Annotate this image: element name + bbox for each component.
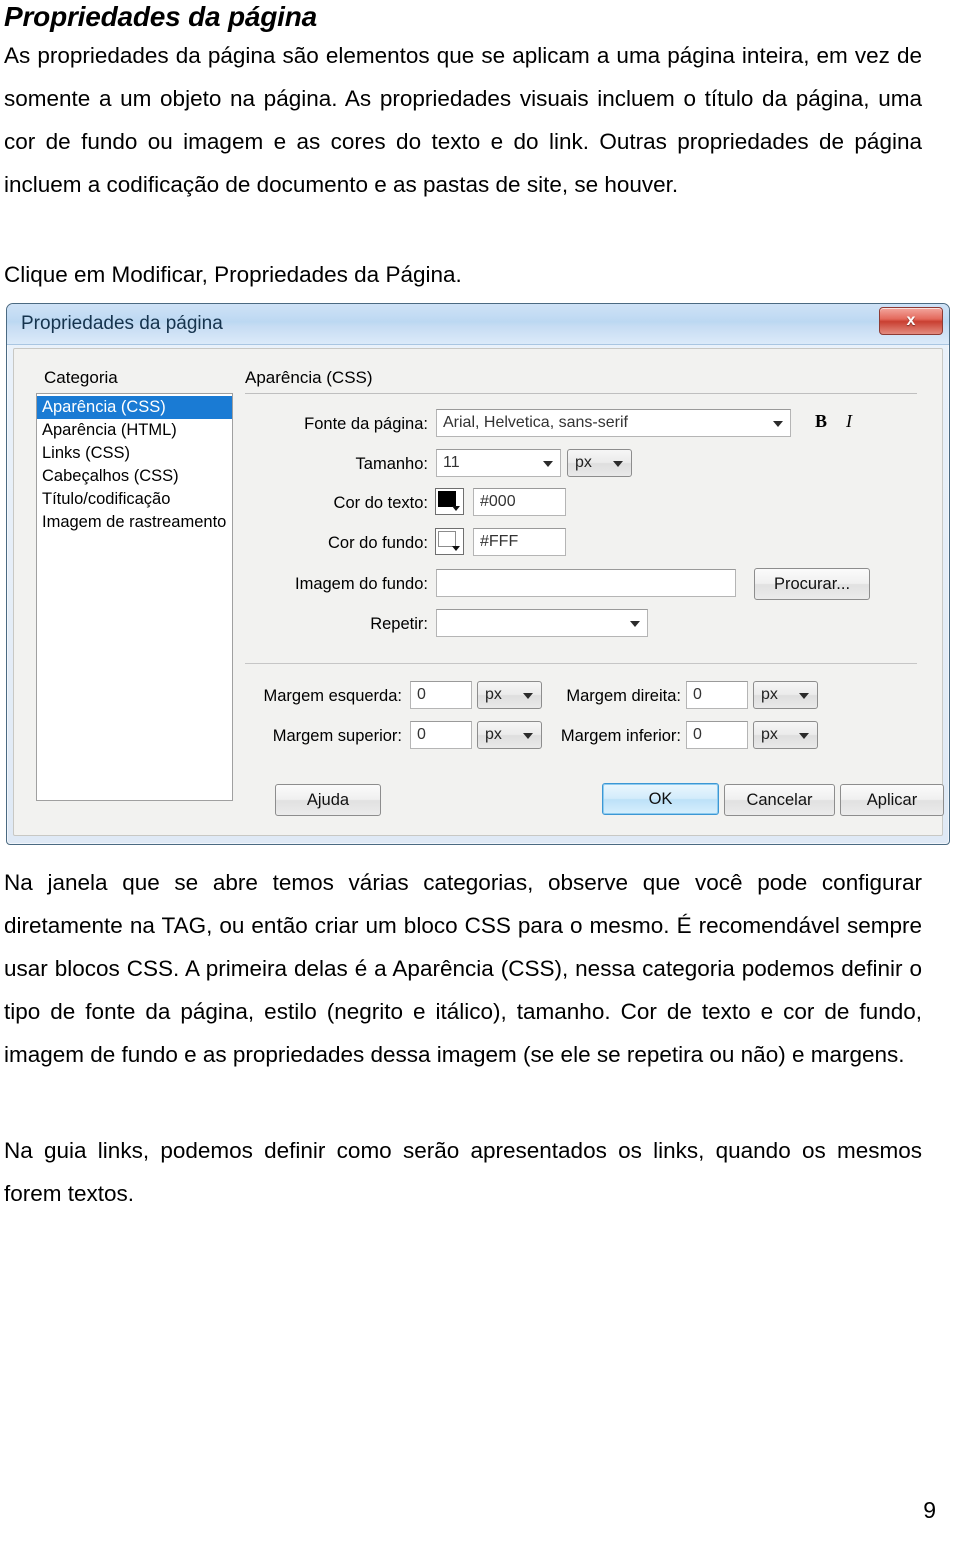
close-icon: x <box>906 312 916 329</box>
margin-left-unit-value: px <box>485 686 502 703</box>
browse-button[interactable]: Procurar... <box>754 568 870 600</box>
cancel-button[interactable]: Cancelar <box>724 784 835 816</box>
chevron-down-icon <box>523 693 533 699</box>
margin-right-unit-value: px <box>761 686 778 703</box>
margin-bottom-unit-combobox[interactable]: px <box>753 721 818 749</box>
pane-title: Aparência (CSS) <box>245 368 373 387</box>
bg-color-swatch-button[interactable] <box>435 528 464 555</box>
chevron-down-icon <box>799 693 809 699</box>
text-color-label: Cor do texto: <box>333 494 428 512</box>
chevron-down-icon <box>452 546 460 551</box>
paragraph-links-tab-text: Na guia links, podemos definir como serã… <box>4 1138 922 1206</box>
margins-divider <box>245 663 917 664</box>
paragraph-dialog-explanation-text: Na janela que se abre temos várias categ… <box>4 870 922 1067</box>
font-combobox[interactable]: Arial, Helvetica, sans-serif <box>436 409 791 437</box>
repeat-combobox[interactable] <box>436 609 648 637</box>
dialog-title: Propriedades da página <box>21 313 223 334</box>
category-item-aparencia-html[interactable]: Aparência (HTML) <box>37 419 232 442</box>
chevron-down-icon <box>523 733 533 739</box>
size-unit-combobox[interactable]: px <box>567 449 632 477</box>
page-properties-dialog: Propriedades da página x Categoria Aparê… <box>6 303 950 845</box>
margin-bottom-unit-value: px <box>761 726 778 743</box>
text-color-swatch-button[interactable] <box>435 488 464 515</box>
category-item-imagem-rastreamento[interactable]: Imagem de rastreamento <box>37 511 232 534</box>
dialog-body: Categoria Aparência (CSS) Aparência (CSS… <box>13 348 944 836</box>
chevron-down-icon <box>799 733 809 739</box>
italic-button[interactable]: I <box>846 411 852 432</box>
bg-color-label: Cor do fundo: <box>328 534 428 552</box>
category-item-cabecalhos-css[interactable]: Cabeçalhos (CSS) <box>37 465 232 488</box>
bg-image-label: Imagem do fundo: <box>295 575 428 593</box>
margin-left-label: Margem esquerda: <box>263 687 403 705</box>
margin-left-input[interactable] <box>410 681 472 709</box>
margin-right-input[interactable] <box>686 681 748 709</box>
bg-color-chip <box>438 531 456 547</box>
apply-button[interactable]: Aplicar <box>840 784 944 816</box>
chevron-down-icon <box>630 621 640 627</box>
margin-top-unit-value: px <box>485 726 502 743</box>
chevron-down-icon <box>543 461 553 467</box>
close-button[interactable]: x <box>879 307 943 335</box>
chevron-down-icon <box>452 506 460 511</box>
paragraph-dialog-explanation: Na janela que se abre temos várias categ… <box>4 861 922 1076</box>
help-button[interactable]: Ajuda <box>275 784 381 816</box>
margin-top-label: Margem superior: <box>272 727 402 745</box>
category-item-titulo-codificacao[interactable]: Título/codificação <box>37 488 232 511</box>
bg-color-input[interactable] <box>473 528 566 556</box>
text-color-chip <box>438 491 456 507</box>
paragraph-intro: As propriedades da página são elementos … <box>4 34 922 206</box>
page-number: 9 <box>923 1497 936 1523</box>
margin-top-input[interactable] <box>410 721 472 749</box>
size-value: 11 <box>443 454 460 471</box>
category-list-label: Categoria <box>44 368 118 387</box>
paragraph-links-tab: Na guia links, podemos definir como serã… <box>4 1129 922 1215</box>
page-title: Propriedades da página <box>4 1 318 32</box>
category-item-aparencia-css[interactable]: Aparência (CSS) <box>37 396 232 419</box>
size-unit-value: px <box>575 454 592 471</box>
document-page: Propriedades da página As propriedades d… <box>0 0 960 1546</box>
category-list[interactable]: Aparência (CSS) Aparência (HTML) Links (… <box>36 393 233 801</box>
margin-top-unit-combobox[interactable]: px <box>477 721 542 749</box>
font-value: Arial, Helvetica, sans-serif <box>443 414 628 431</box>
bg-image-input[interactable] <box>436 569 736 597</box>
chevron-down-icon <box>613 461 623 467</box>
font-label: Fonte da página: <box>304 415 428 433</box>
margin-left-unit-combobox[interactable]: px <box>477 681 542 709</box>
category-item-links-css[interactable]: Links (CSS) <box>37 442 232 465</box>
margin-bottom-label: Margem inferior: <box>560 727 681 745</box>
ok-button[interactable]: OK <box>602 783 719 815</box>
dialog-titlebar: Propriedades da página x <box>7 304 949 345</box>
paragraph-intro-text: As propriedades da página são elementos … <box>4 43 922 197</box>
size-combobox[interactable]: 11 <box>436 449 561 477</box>
paragraph-click-instruction: Clique em Modificar, Propriedades da Pág… <box>4 253 922 296</box>
text-color-input[interactable] <box>473 488 566 516</box>
margin-right-unit-combobox[interactable]: px <box>753 681 818 709</box>
appearance-form: Fonte da página: Arial, Helvetica, sans-… <box>245 399 932 825</box>
repeat-label: Repetir: <box>370 615 428 633</box>
bold-button[interactable]: B <box>815 411 827 432</box>
margin-bottom-input[interactable] <box>686 721 748 749</box>
size-label: Tamanho: <box>355 455 428 473</box>
margin-right-label: Margem direita: <box>566 687 681 705</box>
chevron-down-icon <box>773 421 783 427</box>
pane-divider <box>245 393 917 394</box>
paragraph-click-instruction-text: Clique em Modificar, Propriedades da Pág… <box>4 262 462 287</box>
